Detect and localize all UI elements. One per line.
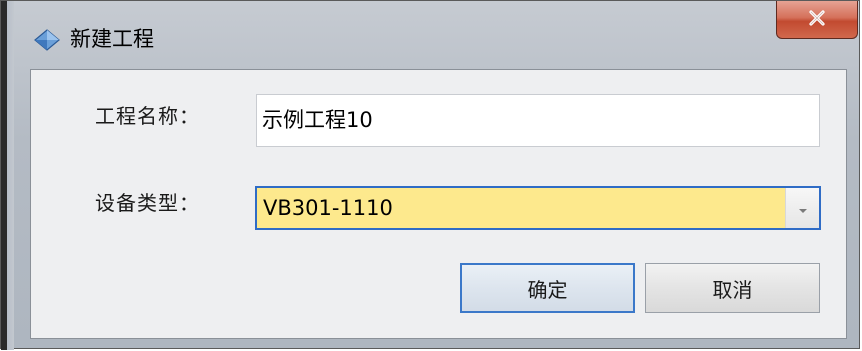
new-project-dialog: 新建工程 工程名称： 示例工程10 设备类型： VB301-1110 确定 取消: [0, 0, 860, 350]
close-button[interactable]: [776, 1, 858, 39]
window-title: 新建工程: [70, 27, 154, 51]
dialog-content: 工程名称： 示例工程10 设备类型： VB301-1110 确定 取消: [30, 69, 847, 339]
device-type-value: VB301-1110: [263, 196, 393, 220]
chevron-down-icon: [798, 199, 808, 218]
device-type-select[interactable]: VB301-1110: [255, 186, 821, 230]
project-name-label: 工程名称：: [95, 104, 200, 128]
diamond-app-icon: [34, 29, 60, 51]
device-type-label: 设备类型：: [95, 191, 200, 215]
title-bar[interactable]: 新建工程: [14, 1, 860, 69]
ok-button[interactable]: 确定: [460, 263, 635, 313]
project-name-input[interactable]: 示例工程10: [256, 94, 820, 147]
cancel-button[interactable]: 取消: [645, 263, 820, 313]
close-icon: [806, 9, 828, 31]
dropdown-button[interactable]: [785, 188, 819, 228]
window-left-edge: [1, 1, 14, 350]
